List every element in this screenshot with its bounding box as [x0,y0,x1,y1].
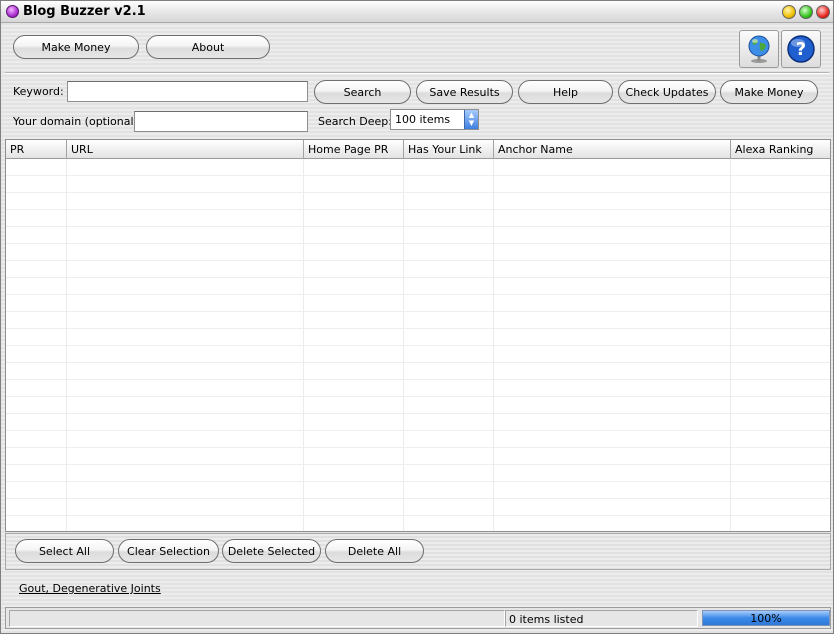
check-updates-button[interactable]: Check Updates [618,80,716,104]
column-header-anchor-name[interactable]: Anchor Name [494,140,731,159]
results-table[interactable]: PR URL Home Page PR Has Your Link Anchor… [5,139,831,532]
toolbar-make-money-button[interactable]: Make Money [720,80,818,104]
column-header-home-page-pr[interactable]: Home Page PR [304,140,404,159]
svg-text:?: ? [796,39,806,60]
column-header-alexa-ranking[interactable]: Alexa Ranking [731,140,830,159]
delete-selected-button[interactable]: Delete Selected [222,539,321,563]
header-make-money-button[interactable]: Make Money [13,35,139,59]
header-separator [5,72,829,74]
help-icon-button[interactable]: ? [781,30,821,68]
select-arrows-icon[interactable]: ▲ ▼ [464,110,478,129]
column-header-has-your-link[interactable]: Has Your Link [404,140,494,159]
search-deep-value: 100 items [395,113,451,126]
globe-icon [748,35,770,63]
column-header-url[interactable]: URL [67,140,304,159]
table-body[interactable] [6,159,830,531]
search-deep-label: Search Deep: [318,115,392,128]
footer-ad-link[interactable]: Gout, Degenerative Joints [19,582,161,595]
search-button[interactable]: Search [314,80,411,104]
window-title: Blog Buzzer v2.1 [23,4,146,19]
help-icon: ? [787,35,815,63]
main-window: Blog Buzzer v2.1 Make Money About ? Keyw… [0,0,834,634]
minimize-button[interactable] [782,5,796,19]
maximize-button[interactable] [799,5,813,19]
about-button[interactable]: About [146,35,270,59]
progress-bar: 100% [702,610,830,626]
search-deep-select[interactable]: 100 items ▲ ▼ [390,109,479,130]
select-all-button[interactable]: Select All [15,539,114,563]
column-divider [493,159,494,531]
app-icon [6,5,19,18]
items-listed-status: 0 items listed [505,610,698,627]
title-bar[interactable]: Blog Buzzer v2.1 [1,1,833,23]
globe-button[interactable] [739,30,779,68]
delete-all-button[interactable]: Delete All [325,539,424,563]
clear-selection-button[interactable]: Clear Selection [118,539,219,563]
domain-input[interactable] [134,111,308,132]
column-divider [730,159,731,531]
close-button[interactable] [816,5,830,19]
column-divider [403,159,404,531]
column-divider [66,159,67,531]
column-divider [303,159,304,531]
domain-label: Your domain (optionally): [13,115,152,128]
progress-text: 100% [750,612,782,625]
status-message [9,610,505,627]
table-header: PR URL Home Page PR Has Your Link Anchor… [6,140,830,159]
column-header-pr[interactable]: PR [6,140,67,159]
status-bar: 0 items listed 100% [5,607,831,629]
save-results-button[interactable]: Save Results [416,80,513,104]
help-button[interactable]: Help [518,80,613,104]
keyword-label: Keyword: [13,85,64,98]
keyword-input[interactable] [67,81,308,102]
